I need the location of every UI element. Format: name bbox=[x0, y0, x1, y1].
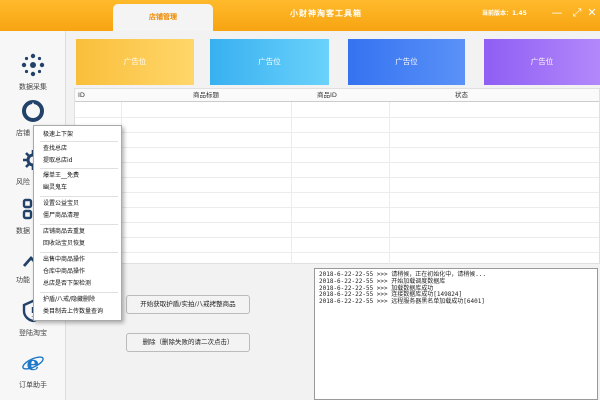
tab-store-management[interactable]: 店铺管理 bbox=[113, 4, 213, 31]
menu-item-bestseller-free[interactable]: 爆单王__免费 bbox=[34, 171, 122, 180]
menu-item-extract-store-id[interactable]: 提取总店id bbox=[34, 156, 122, 165]
menu-item-on-sale-ops[interactable]: 出售中商品操作 bbox=[34, 255, 122, 264]
menu-item-zombie-cleanup[interactable]: 僵尸商品清理 bbox=[34, 211, 122, 220]
table-header: ID 商品标题 商品ID 状态 bbox=[75, 89, 599, 102]
column-divider bbox=[389, 102, 390, 264]
ad-banner-3[interactable]: 广告位 bbox=[348, 39, 465, 85]
menu-separator bbox=[40, 168, 118, 169]
sidebar-item-label: 数据采集 bbox=[19, 83, 47, 91]
row-divider bbox=[75, 222, 599, 223]
delete-button[interactable]: 删除（删除失败的请二次点击） bbox=[126, 333, 250, 352]
ad-banner-4[interactable]: 广告位 bbox=[484, 39, 600, 85]
ad-banner-2[interactable]: 广告位 bbox=[210, 39, 329, 85]
sidebar-item-data-collect[interactable]: 数据采集 bbox=[0, 53, 66, 92]
store-icon bbox=[22, 100, 44, 122]
title-bar: 店铺管理 小财神淘客工具箱 当前版本：1.45 — ⤢ ✕ bbox=[0, 0, 600, 31]
column-header-product-id[interactable]: 商品ID bbox=[317, 89, 337, 102]
menu-item-delisting-check[interactable]: 总店是否下架检测 bbox=[34, 279, 122, 288]
svg-text:e: e bbox=[27, 351, 40, 375]
menu-item-ghost-car[interactable]: 幽灵鬼车 bbox=[34, 183, 122, 192]
order-helper-icon: e bbox=[22, 351, 44, 375]
column-header-status[interactable]: 状态 bbox=[455, 89, 468, 102]
maximize-icon[interactable]: ⤢ bbox=[570, 5, 584, 21]
column-header-title[interactable]: 商品标题 bbox=[193, 89, 219, 102]
column-header-id[interactable]: ID bbox=[78, 89, 85, 102]
ad-banner-strip: 广告位 广告位 广告位 广告位 bbox=[74, 39, 600, 85]
row-divider bbox=[75, 132, 599, 133]
row-divider bbox=[75, 207, 599, 208]
menu-separator bbox=[40, 224, 118, 225]
minimize-icon[interactable]: — bbox=[550, 5, 564, 21]
menu-item-charity-product[interactable]: 设置公益宝贝 bbox=[34, 199, 122, 208]
product-table[interactable]: ID 商品标题 商品ID 状态 bbox=[74, 88, 600, 264]
app-title: 小财神淘客工具箱 bbox=[290, 9, 362, 18]
row-divider bbox=[75, 162, 599, 163]
sidebar-item-label: 登陆淘宝 bbox=[19, 329, 47, 337]
menu-separator bbox=[40, 252, 118, 253]
row-divider bbox=[75, 177, 599, 178]
version-label: 当前版本：1.45 bbox=[482, 10, 527, 17]
ad-banner-1[interactable]: 广告位 bbox=[76, 39, 194, 85]
bottom-panel: 开始获取护盾/实拍/八戒拷整商品 删除（删除失败的请二次点击） 2018-6-2… bbox=[74, 265, 600, 400]
row-divider bbox=[75, 252, 599, 253]
row-divider bbox=[75, 192, 599, 193]
menu-item-find-main-store[interactable]: 查找总店 bbox=[34, 144, 122, 153]
menu-item-restore-recycle[interactable]: 回收站宝贝恢复 bbox=[34, 239, 122, 248]
row-divider bbox=[75, 147, 599, 148]
log-line: 2018-6-22-22-55 >>> 远程服务器黑名单加载成功[6401] bbox=[319, 298, 485, 306]
menu-separator bbox=[40, 196, 118, 197]
menu-item-warehouse-ops[interactable]: 仓库中商品操作 bbox=[34, 267, 122, 276]
menu-item-shield-delete[interactable]: 护盾/八戒/隐藏删除 bbox=[34, 295, 122, 304]
menu-item-category-upload-query[interactable]: 类目制去上传数量查询 bbox=[34, 307, 122, 316]
store-context-menu: 极速上下架 查找总店 提取总店id 爆单王__免费 幽灵鬼车 设置公益宝贝 僵尸… bbox=[33, 125, 122, 321]
close-icon[interactable]: ✕ bbox=[585, 5, 599, 21]
fetch-products-button[interactable]: 开始获取护盾/实拍/八戒拷整商品 bbox=[126, 295, 250, 314]
data-collect-icon bbox=[21, 53, 45, 77]
row-divider bbox=[75, 117, 599, 118]
menu-separator bbox=[40, 292, 118, 293]
menu-separator bbox=[40, 141, 118, 142]
menu-item-fast-listing[interactable]: 极速上下架 bbox=[34, 130, 122, 139]
sidebar-item-label: 订单助手 bbox=[19, 381, 47, 389]
sidebar-item-order-helper[interactable]: e 订单助手 bbox=[0, 351, 66, 390]
log-output[interactable]: 2018-6-22-22-55 >>> 请稍候，正在初始化中，请稍候... 20… bbox=[314, 268, 598, 400]
menu-item-dedupe-products[interactable]: 店铺商品去重复 bbox=[34, 227, 122, 236]
column-divider bbox=[291, 102, 292, 264]
row-divider bbox=[75, 237, 599, 238]
